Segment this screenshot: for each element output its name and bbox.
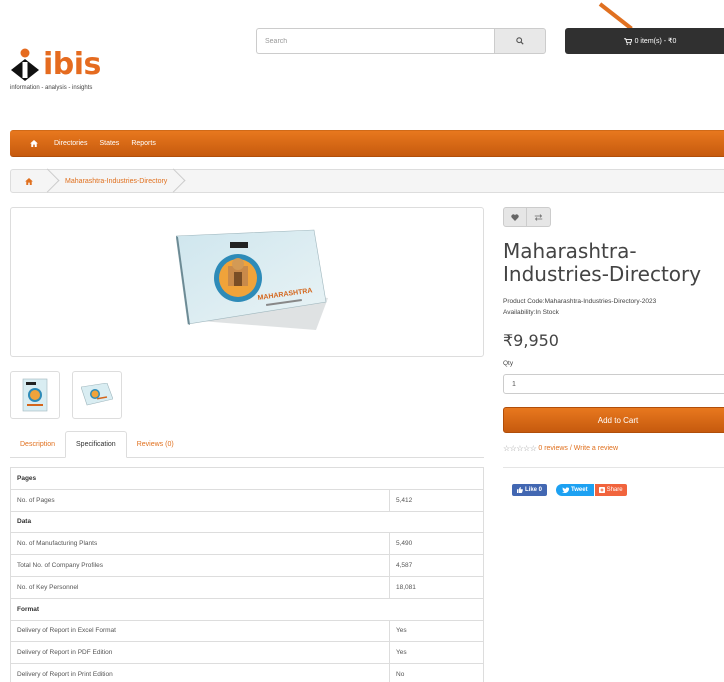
product-book-image: MAHARASHTRA <box>176 229 328 330</box>
spec-label: Delivery of Report in PDF Edition <box>10 641 390 665</box>
nav-home-link[interactable] <box>30 140 38 147</box>
spec-row: No. of Manufacturing Plants 5,490 <box>10 532 484 556</box>
spec-value: 5,412 <box>389 488 484 512</box>
product-rating: ☆☆☆☆☆ 0 reviews / Write a review <box>503 444 618 453</box>
product-tabs: Description Specification Reviews (0) <box>10 431 484 458</box>
search-button[interactable] <box>494 28 546 54</box>
divider <box>503 467 724 468</box>
decorative-slash <box>598 2 633 31</box>
breadcrumb-separator <box>173 169 183 193</box>
spec-section-title: Pages <box>10 467 484 490</box>
product-image-frame[interactable]: MAHARASHTRA <box>10 207 484 357</box>
nav-item-directories[interactable]: Directories <box>54 140 87 147</box>
home-icon <box>30 140 38 147</box>
spec-row: No. of Key Personnel 18,081 <box>10 575 484 599</box>
spec-label: Total No. of Company Profiles <box>10 554 390 577</box>
spec-section-title: Data <box>10 510 484 534</box>
twitter-bird-icon <box>562 487 570 493</box>
write-review-link[interactable]: Write a review <box>574 445 618 452</box>
search-bar <box>256 28 546 54</box>
quantity-label: Qty <box>503 360 514 367</box>
thumbnail-book-image <box>22 378 48 412</box>
nav-item-reports[interactable]: Reports <box>131 140 156 147</box>
spec-value: Yes <box>389 619 484 643</box>
thumbnail-front[interactable] <box>10 371 60 419</box>
home-icon <box>25 177 33 185</box>
logo-text: ibis <box>43 47 101 82</box>
cart-icon <box>623 37 632 45</box>
spec-label: Delivery of Report in Excel Format <box>10 619 390 643</box>
social-share-bar: Like 0 Tweet Share <box>512 484 627 496</box>
spec-value: 18,081 <box>389 575 484 599</box>
cart-label: 0 item(s) - ₹0 <box>634 38 677 45</box>
spec-label: No. of Manufacturing Plants <box>10 532 390 556</box>
spec-label: No. of Key Personnel <box>10 575 390 599</box>
product-code: Product Code:Maharashtra-Industries-Dire… <box>503 298 657 305</box>
breadcrumb-separator <box>47 169 57 193</box>
spec-section-header: Pages <box>10 467 484 490</box>
spec-value: Yes <box>389 641 484 665</box>
facebook-like-button[interactable]: Like 0 <box>512 484 548 496</box>
quantity-input[interactable] <box>503 374 724 394</box>
thumbnail-angled[interactable] <box>72 371 122 419</box>
spec-section-title: Format <box>10 597 484 621</box>
tab-reviews[interactable]: Reviews (0) <box>127 431 184 458</box>
main-navbar: Directories States Reports <box>10 130 724 157</box>
product-price: ₹9,950 <box>503 331 559 350</box>
product-meta: Product Code:Maharashtra-Industries-Dire… <box>503 296 656 318</box>
reviews-link[interactable]: 0 reviews <box>538 445 568 452</box>
tweet-button[interactable]: Tweet <box>556 484 594 496</box>
tab-specification[interactable]: Specification <box>65 431 127 458</box>
nav-item-states[interactable]: States <box>99 140 119 147</box>
spec-value: No <box>389 663 484 682</box>
spec-row: Delivery of Report in Print Edition No <box>10 663 484 682</box>
thumbs-up-icon <box>517 487 523 493</box>
brand-logo[interactable]: ibis information - analysis - insights <box>10 48 101 91</box>
product-availability: Availability:In Stock <box>503 309 559 316</box>
spec-section-header: Data <box>10 510 484 534</box>
heart-icon <box>511 213 519 221</box>
search-icon <box>516 37 524 45</box>
compare-button[interactable] <box>527 207 551 227</box>
spec-row: No. of Pages 5,412 <box>10 488 484 512</box>
wishlist-compare-group <box>503 207 551 227</box>
breadcrumb-current[interactable]: Maharashtra-Industries-Directory <box>65 178 167 185</box>
rating-stars-icon: ☆☆☆☆☆ <box>503 444 537 453</box>
spec-row: Delivery of Report in PDF Edition Yes <box>10 641 484 665</box>
thumbnail-book-image <box>81 383 113 406</box>
spec-label: Delivery of Report in Print Edition <box>10 663 390 682</box>
logo-person-icon <box>11 48 39 81</box>
spec-value: 5,490 <box>389 532 484 556</box>
add-to-wishlist-button[interactable] <box>503 207 527 227</box>
cart-button[interactable]: 0 item(s) - ₹0 <box>565 28 724 54</box>
logo-tagline: information - analysis - insights <box>10 85 93 91</box>
share-icon <box>598 487 605 493</box>
product-title: Maharashtra-Industries-Directory <box>503 239 702 286</box>
specification-table: Pages No. of Pages 5,412 Data No. of Man… <box>10 467 484 682</box>
tab-description[interactable]: Description <box>10 431 65 458</box>
spec-section-header: Format <box>10 597 484 621</box>
breadcrumb: Maharashtra-Industries-Directory <box>10 169 724 193</box>
search-input[interactable] <box>256 28 494 54</box>
add-to-cart-button[interactable]: Add to Cart <box>503 407 724 433</box>
spec-label: No. of Pages <box>10 488 390 512</box>
spec-value: 4,587 <box>389 554 484 577</box>
spec-row: Total No. of Company Profiles 4,587 <box>10 554 484 577</box>
exchange-icon <box>534 213 543 221</box>
spec-row: Delivery of Report in Excel Format Yes <box>10 619 484 643</box>
share-button[interactable]: Share <box>593 484 627 496</box>
